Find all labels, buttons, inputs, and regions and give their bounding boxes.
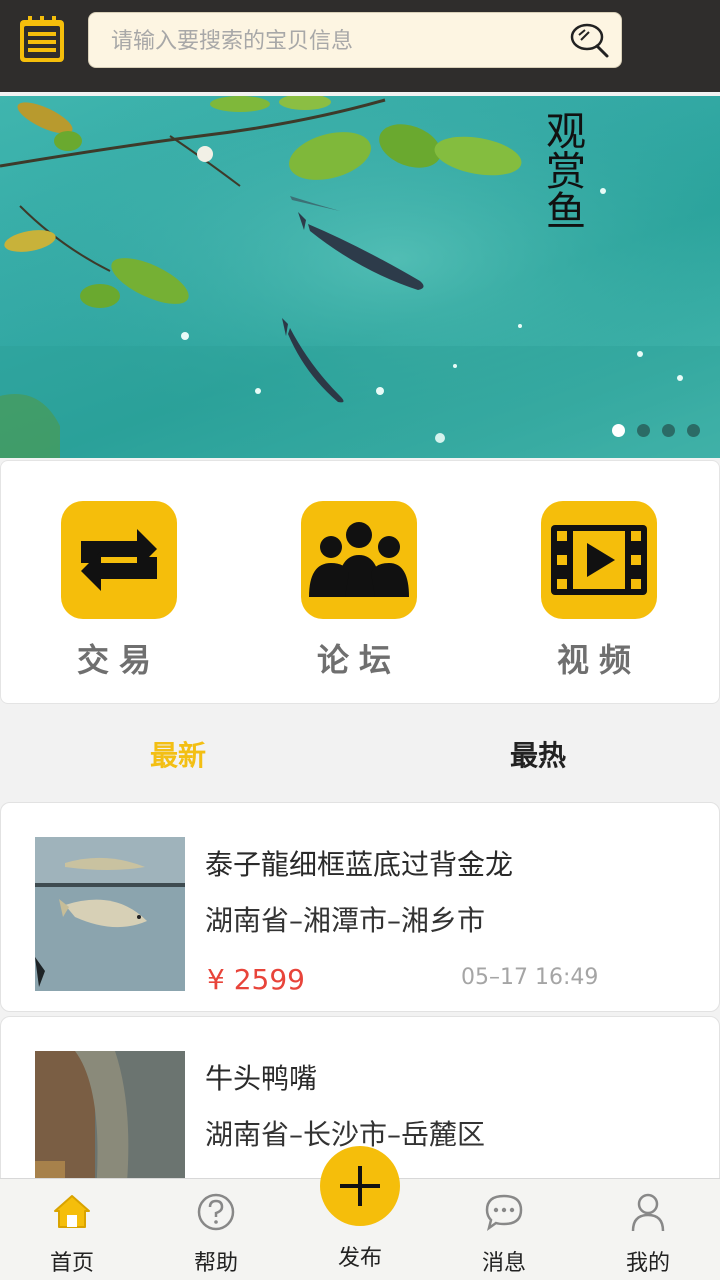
quick-link-label: 交易 — [76, 641, 161, 679]
nav-home[interactable]: 首页 — [22, 1191, 122, 1277]
list-tabs: 最新 最热 — [0, 706, 720, 798]
user-icon — [627, 1191, 669, 1233]
quick-link-label: 论坛 — [316, 641, 401, 679]
banner-carousel[interactable]: 观赏鱼 — [0, 96, 720, 458]
listing-title: 泰子龍细框蓝底过背金龙 — [205, 848, 514, 881]
listing-price: ¥ 2599 — [207, 963, 305, 996]
group-people-icon — [301, 501, 417, 619]
top-bar — [0, 0, 720, 92]
carousel-dot[interactable] — [687, 424, 700, 437]
quick-links-panel: 交易 论坛 视频 — [0, 460, 720, 704]
nav-label: 消息 — [481, 1251, 526, 1276]
home-icon — [51, 1191, 93, 1233]
carousel-dot[interactable] — [612, 424, 625, 437]
film-play-icon — [541, 501, 657, 619]
search-input[interactable] — [111, 13, 551, 69]
carousel-indicators — [612, 424, 700, 437]
search-box[interactable] — [88, 12, 622, 69]
nav-label: 我的 — [625, 1251, 670, 1276]
tab-latest[interactable]: 最新 — [150, 734, 206, 774]
carousel-dot[interactable] — [662, 424, 675, 437]
listing-title: 牛头鸭嘴 — [205, 1062, 318, 1095]
quick-link-trade[interactable]: 交易 — [59, 501, 179, 681]
banner-image — [0, 96, 720, 458]
publish-button[interactable] — [320, 1146, 400, 1226]
plus-icon — [340, 1166, 380, 1206]
nav-mine[interactable]: 我的 — [598, 1191, 698, 1277]
quick-link-label: 视频 — [556, 641, 641, 679]
listing-card[interactable]: 泰子龍细框蓝底过背金龙 湖南省–湘潭市–湘乡市 ¥ 2599 05–17 16:… — [0, 802, 720, 1012]
banner-title: 观赏鱼 — [539, 110, 585, 230]
listing-thumbnail — [35, 837, 185, 991]
nav-label: 帮助 — [193, 1251, 238, 1276]
nav-messages[interactable]: 消息 — [454, 1191, 554, 1277]
swap-arrows-icon — [61, 501, 177, 619]
carousel-dot[interactable] — [637, 424, 650, 437]
question-circle-icon — [195, 1191, 237, 1233]
notepad-menu-icon[interactable] — [18, 14, 66, 64]
quick-link-forum[interactable]: 论坛 — [299, 501, 419, 681]
quick-link-video[interactable]: 视频 — [539, 501, 659, 681]
nav-label: 首页 — [49, 1251, 94, 1276]
nav-help[interactable]: 帮助 — [166, 1191, 266, 1277]
tab-hottest[interactable]: 最热 — [510, 734, 566, 774]
magnifier-icon[interactable] — [569, 21, 611, 63]
app-root: 观赏鱼 交易 — [0, 0, 720, 1280]
listing-location: 湖南省–湘潭市–湘乡市 — [205, 904, 486, 937]
publish-label: 发布 — [337, 1246, 382, 1271]
chat-bubble-icon — [483, 1191, 525, 1233]
listing-time: 05–17 16:49 — [461, 965, 599, 990]
